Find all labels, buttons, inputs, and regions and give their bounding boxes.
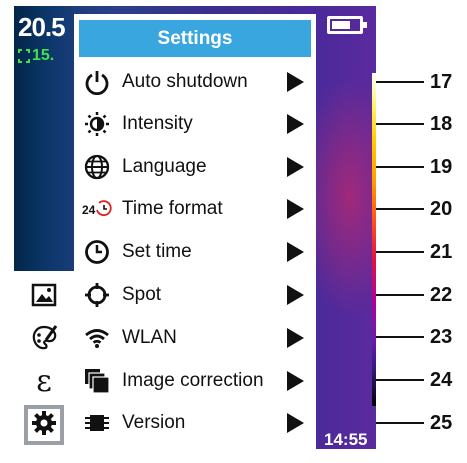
scale-label: 24 xyxy=(430,368,453,391)
clock-icon xyxy=(82,237,112,267)
chevron-right-icon xyxy=(287,157,304,177)
power-icon xyxy=(82,67,112,97)
emissivity-button[interactable]: ε xyxy=(24,362,64,402)
scale-tick xyxy=(376,123,424,125)
scale-label: 21 xyxy=(430,240,453,263)
emissivity-icon: ε xyxy=(36,364,52,399)
spot-temperature-value: 15. xyxy=(32,47,55,64)
settings-button[interactable] xyxy=(24,405,64,445)
brightness-icon xyxy=(82,109,112,139)
spot-temperature-readout: 15. xyxy=(18,47,54,65)
menu-item-set-time[interactable]: Set time xyxy=(74,233,316,271)
clock-readout: 14:55 xyxy=(324,430,368,449)
scale-label-row: 19 xyxy=(376,155,467,178)
chevron-right-icon xyxy=(287,413,304,433)
scale-tick xyxy=(376,294,424,296)
menu-item-label: Set time xyxy=(122,241,192,262)
menu-item-label: Time format xyxy=(122,198,223,219)
chevron-right-icon xyxy=(287,114,304,134)
menu-item-version[interactable]: Version xyxy=(74,404,316,442)
chevron-right-icon xyxy=(287,72,304,92)
menu-item-time-format[interactable]: 24 Time format xyxy=(74,190,316,228)
scale-tick xyxy=(376,166,424,168)
scale-label-row: 25 xyxy=(376,411,467,434)
gallery-icon xyxy=(31,283,57,312)
scale-tick xyxy=(376,251,424,253)
scale-label: 22 xyxy=(430,283,453,306)
chevron-right-icon xyxy=(287,371,304,391)
scale-label-row: 21 xyxy=(376,240,467,263)
crosshair-icon xyxy=(82,280,112,310)
scale-label: 23 xyxy=(430,325,453,348)
gear-icon xyxy=(31,410,57,441)
scale-label-row: 20 xyxy=(376,197,467,220)
scale-label: 18 xyxy=(430,112,453,135)
menu-item-label: WLAN xyxy=(122,327,177,348)
scale-tick xyxy=(376,422,424,424)
wifi-icon xyxy=(82,323,112,353)
svg-text:24: 24 xyxy=(82,203,96,217)
chevron-right-icon xyxy=(287,242,304,262)
palette-icon xyxy=(30,324,58,357)
scale-label-row: 18 xyxy=(376,112,467,135)
menu-item-label: Version xyxy=(122,412,186,433)
scale-tick xyxy=(376,81,424,83)
globe-icon xyxy=(82,152,112,182)
menu-item-label: Image correction xyxy=(122,370,264,391)
scale-label-row: 24 xyxy=(376,368,467,391)
scale-label: 17 xyxy=(430,70,453,93)
menu-item-label: Intensity xyxy=(122,113,193,134)
palette-button[interactable] xyxy=(24,320,64,360)
scale-label: 25 xyxy=(430,411,453,434)
menu-item-intensity[interactable]: Intensity xyxy=(74,105,316,143)
scale-label-row: 22 xyxy=(376,283,467,306)
chip-icon xyxy=(82,408,112,438)
menu-item-label: Auto shutdown xyxy=(122,71,248,92)
left-toolbar: ε xyxy=(14,271,74,449)
scale-label: 19 xyxy=(430,155,453,178)
chevron-right-icon xyxy=(287,285,304,305)
chevron-right-icon xyxy=(287,199,304,219)
scale-label-row: 17 xyxy=(376,70,467,93)
24h-clock-icon: 24 xyxy=(82,194,112,224)
scale-label-row: 23 xyxy=(376,325,467,348)
scale-tick xyxy=(376,336,424,338)
menu-item-spot[interactable]: Spot xyxy=(74,276,316,314)
menu-item-auto-shutdown[interactable]: Auto shutdown xyxy=(74,63,316,101)
menu-item-label: Language xyxy=(122,156,207,177)
scale-label: 20 xyxy=(430,197,453,220)
spot-target-icon xyxy=(18,49,30,63)
menu-item-language[interactable]: Language xyxy=(74,148,316,186)
menu-item-wlan[interactable]: WLAN xyxy=(74,319,316,357)
main-temperature-readout: 20.5 xyxy=(18,12,66,42)
gallery-button[interactable] xyxy=(24,277,64,317)
menu-item-label: Spot xyxy=(122,284,162,305)
image-correction-icon xyxy=(82,366,112,396)
battery-icon xyxy=(327,16,367,34)
menu-item-image-correction[interactable]: Image correction xyxy=(74,362,316,400)
settings-panel: Settings Auto shutdown Intensity Languag… xyxy=(74,14,316,449)
settings-title: Settings xyxy=(79,20,311,57)
chevron-right-icon xyxy=(287,328,304,348)
scale-tick xyxy=(376,379,424,381)
scale-tick xyxy=(376,208,424,210)
